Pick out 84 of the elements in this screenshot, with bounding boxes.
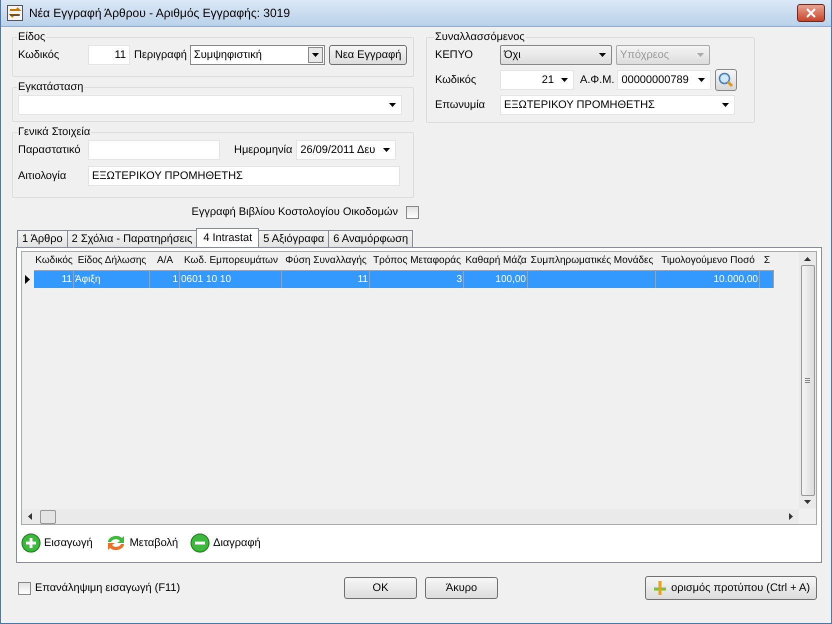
column-header[interactable]: Είδος Δήλωσης bbox=[74, 252, 150, 270]
field-label: Επωνυμία bbox=[435, 99, 486, 111]
field-label: Παραστατικό bbox=[18, 144, 82, 156]
caret-icon bbox=[698, 78, 706, 82]
search-button[interactable] bbox=[715, 69, 738, 91]
column-header[interactable]: Σ bbox=[760, 252, 774, 270]
scrollbar-thumb[interactable] bbox=[800, 265, 814, 496]
code-field[interactable]: 11 bbox=[88, 45, 130, 65]
table-cell: 0601 10 10 bbox=[180, 270, 282, 288]
table-cell: Άφιξη bbox=[74, 270, 150, 288]
dialog-button[interactable]: OK bbox=[344, 577, 417, 599]
template-button[interactable]: ορισμός προτύπου (Ctrl + A) bbox=[645, 576, 817, 600]
dialog-button[interactable]: Άκυρο bbox=[425, 577, 498, 599]
table-cell: 3 bbox=[370, 270, 464, 288]
action-button[interactable]: Διαγραφή bbox=[190, 533, 261, 553]
action-button[interactable]: Μεταβολή bbox=[104, 533, 178, 553]
right-arrow-icon bbox=[789, 513, 793, 520]
plus-icon bbox=[21, 533, 41, 553]
table-cell: 11 bbox=[34, 270, 74, 288]
grip-icon bbox=[805, 378, 810, 383]
tab[interactable]: 1 Άρθρο bbox=[17, 230, 68, 247]
field-label: Α.Φ.Μ. bbox=[580, 74, 614, 86]
column-header[interactable]: Κωδικός bbox=[34, 252, 74, 270]
description-dropdown[interactable]: Συμψηφιστική bbox=[190, 45, 325, 65]
caret-icon bbox=[383, 148, 390, 152]
cost-book-checkbox[interactable] bbox=[406, 206, 419, 218]
new-entry-button[interactable]: Νεα Εγγραφή bbox=[328, 45, 408, 65]
column-header[interactable]: Φύση Συναλλαγής bbox=[282, 252, 370, 270]
horizontal-scrollbar[interactable] bbox=[22, 509, 799, 524]
field-label: Κωδικός bbox=[435, 74, 478, 86]
vat-number-dropdown[interactable]: 00000000789 bbox=[617, 70, 712, 90]
tab[interactable]: 4 Intrastat bbox=[196, 228, 260, 247]
tab[interactable]: 6 Αναμόρφωση bbox=[328, 230, 414, 247]
column-header[interactable]: Τιμολογούμενο Ποσό bbox=[656, 252, 760, 270]
vertical-scrollbar[interactable] bbox=[799, 252, 816, 509]
up-arrow-icon bbox=[804, 257, 811, 261]
field-label: Ημερομηνία bbox=[234, 144, 292, 156]
reason-field[interactable]: ΕΞΩΤΕΡΙΚΟΥ ΠΡΟΜΗΘΕΤΗΣ bbox=[88, 166, 400, 186]
checkbox-label: Επανάληψιμη εισαγωγή (F11) bbox=[35, 582, 180, 594]
kepyo-dropdown[interactable]: Όχι bbox=[500, 45, 612, 65]
down-arrow-icon bbox=[804, 500, 811, 504]
table-cell: 10.000,00 bbox=[656, 270, 760, 288]
scrollbar-thumb[interactable] bbox=[40, 510, 56, 524]
tab[interactable]: 2 Σχόλια - Παρατηρήσεις bbox=[66, 230, 198, 247]
repeat-checkbox[interactable] bbox=[18, 582, 31, 594]
table-cell: 100,00 bbox=[464, 270, 528, 288]
caret-icon bbox=[312, 53, 319, 57]
group-title: Είδος bbox=[17, 31, 46, 43]
field-label: ΚΕΠΥΟ bbox=[435, 49, 474, 61]
search-icon bbox=[718, 72, 734, 88]
column-header[interactable]: Συμπληρωματικές Μονάδες bbox=[528, 252, 656, 270]
pin-icon bbox=[652, 580, 668, 596]
close-icon bbox=[806, 8, 816, 18]
app-icon bbox=[7, 5, 23, 21]
column-header[interactable]: Τρόπος Μεταφοράς bbox=[370, 252, 464, 270]
field-label: Κωδικός bbox=[18, 49, 60, 61]
name-dropdown[interactable]: ΕΞΩΤΕΡΙΚΟΥ ΠΡΟΜΗΘΕΤΗΣ bbox=[500, 95, 735, 115]
caret-icon bbox=[722, 103, 729, 107]
left-arrow-icon bbox=[28, 513, 32, 520]
checkbox-label: Εγγραφή Βιβλίου Κοστολογίου Οικοδομών bbox=[192, 206, 398, 218]
date-picker[interactable]: 26/09/2011 Δευ bbox=[296, 140, 396, 160]
field-label: Περιγραφή bbox=[134, 49, 187, 61]
group-title: Συναλλασσόμενος bbox=[434, 31, 526, 43]
caret-icon bbox=[599, 53, 606, 57]
code-dropdown[interactable]: 21 bbox=[500, 70, 574, 90]
close-button[interactable] bbox=[797, 4, 825, 22]
minus-icon bbox=[190, 533, 210, 553]
column-header[interactable]: Καθαρή Μάζα bbox=[464, 252, 528, 270]
table-cell: 1 bbox=[150, 270, 180, 288]
action-button[interactable]: Εισαγωγή bbox=[21, 533, 93, 553]
row-pointer-icon bbox=[25, 274, 30, 284]
caret-icon bbox=[697, 53, 704, 57]
caret-icon bbox=[561, 78, 568, 82]
group-title: Γενικά Στοιχεία bbox=[17, 126, 92, 138]
column-header[interactable]: Α/Α bbox=[150, 252, 180, 270]
column-header[interactable]: Κωδ. Εμπορευμάτων bbox=[180, 252, 282, 270]
table-cell: 11 bbox=[282, 270, 370, 288]
tab[interactable]: 5 Αξιόγραφα bbox=[258, 230, 330, 247]
group-title: Εγκατάσταση bbox=[17, 81, 84, 93]
caret-icon bbox=[389, 103, 396, 107]
document-field[interactable] bbox=[88, 140, 220, 160]
installation-dropdown[interactable] bbox=[18, 95, 402, 115]
field-label: Αιτιολογία bbox=[18, 170, 68, 182]
window-title: Νέα Εγγραφή Άρθρου - Αριθμός Εγγραφής: 3019 bbox=[29, 6, 291, 20]
